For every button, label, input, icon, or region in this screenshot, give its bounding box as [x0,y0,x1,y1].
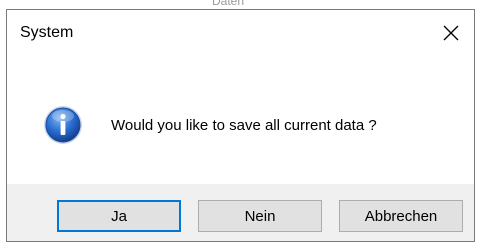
yes-button[interactable]: Ja [57,200,181,232]
background-text-fragment: Daten [212,0,245,8]
dialog-title: System [20,24,74,41]
info-icon [44,106,82,144]
close-icon [443,25,459,41]
dialog-button-bar: Ja Nein Abbrechen [7,184,474,241]
close-button[interactable] [428,10,474,56]
system-message-dialog: System Would you like to save all curren… [6,9,475,242]
dialog-content: Would you like to save all current data … [7,56,474,184]
no-button[interactable]: Nein [198,200,322,232]
dialog-titlebar[interactable]: System [7,10,474,56]
dialog-message: Would you like to save all current data … [111,117,377,134]
cancel-button[interactable]: Abbrechen [339,200,463,232]
